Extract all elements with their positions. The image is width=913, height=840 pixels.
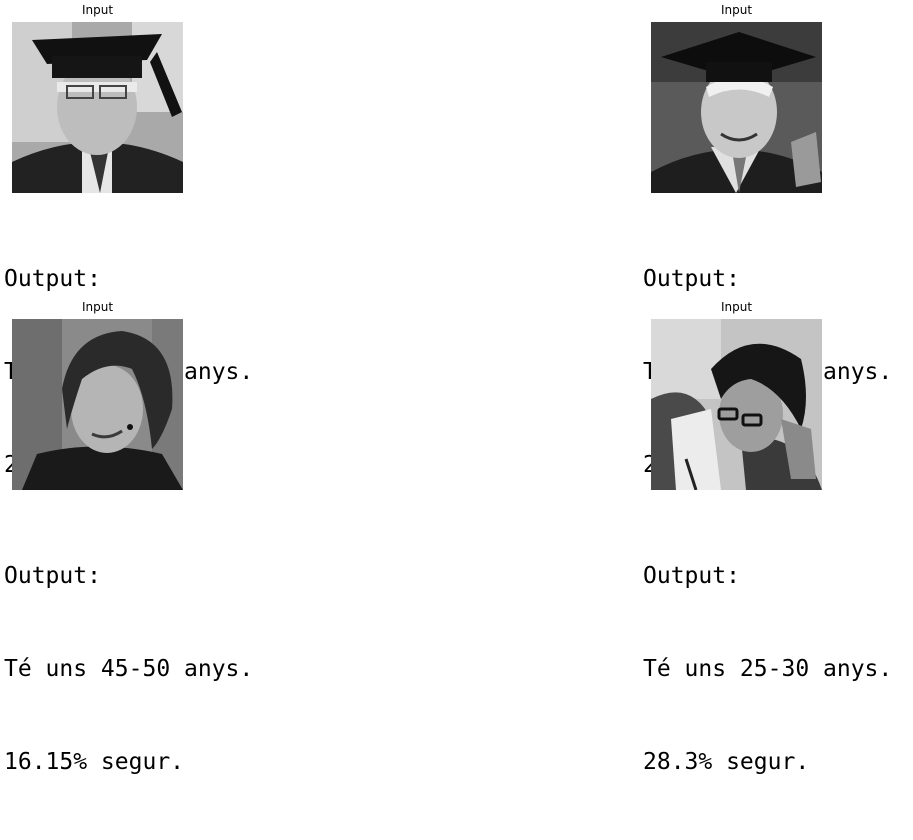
output-label: Output:: [4, 266, 101, 292]
input-photo: [12, 22, 183, 193]
prediction-panel: Input Output: Té uns 45-50 anys. 16.15% …: [0, 297, 300, 775]
prediction-output: Output: Té uns 25-30 anys. 28.3% segur.: [643, 499, 892, 840]
prediction-panel: Input Output: Té uns 55-60 anys. 25.24% …: [0, 0, 300, 478]
confidence-text: 28.3% segur.: [643, 749, 810, 775]
input-title: Input: [720, 3, 753, 17]
input-photo: [651, 22, 822, 193]
age-prediction: Té uns 25-30 anys.: [643, 656, 893, 682]
input-title: Input: [81, 300, 114, 314]
input-photo: [12, 319, 183, 490]
prediction-panel: Input Output: Té uns 25-30 anys. 28.3% s…: [640, 297, 913, 775]
input-title: Input: [81, 3, 114, 17]
confidence-text: 16.15% segur.: [4, 749, 185, 775]
prediction-output: Output: Té uns 45-50 anys. 16.15% segur.: [4, 499, 253, 840]
output-label: Output:: [643, 266, 740, 292]
prediction-panel: Input Output: Té uns 55-60 anys. 25.31% …: [640, 0, 913, 478]
output-label: Output:: [4, 563, 101, 589]
age-prediction: Té uns 45-50 anys.: [4, 656, 254, 682]
input-title: Input: [720, 300, 753, 314]
output-label: Output:: [643, 563, 740, 589]
input-photo: [651, 319, 822, 490]
